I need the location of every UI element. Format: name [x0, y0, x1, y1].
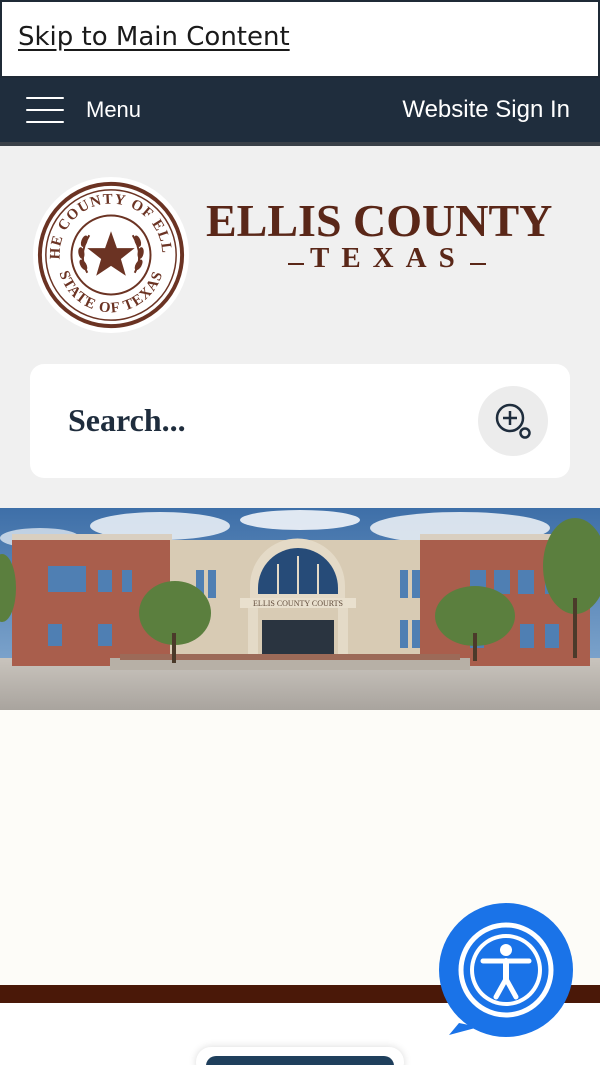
page: Skip to Main Content Menu Website Sign I…	[0, 0, 600, 1065]
skip-bar: Skip to Main Content	[0, 0, 600, 78]
menu-label: Menu	[86, 97, 142, 122]
hero-courthouse-image: ELLIS COUNTY COURTS	[0, 508, 600, 710]
brand-dash-left	[288, 263, 304, 265]
county-seal-logo[interactable]: THE COUNTY OF ELLIS STATE OF TEXAS	[32, 176, 190, 334]
search-box[interactable]: Search...	[30, 364, 570, 478]
brand-subtitle: TEXAS	[310, 242, 467, 274]
top-navigation: Menu Website Sign In	[0, 78, 600, 142]
website-sign-in-link[interactable]: Website Sign In	[402, 78, 570, 142]
skip-to-main-link[interactable]: Skip to Main Content	[18, 22, 290, 52]
search-input[interactable]: Search...	[68, 402, 186, 439]
hamburger-icon	[26, 97, 64, 123]
accessibility-icon[interactable]	[439, 903, 573, 1037]
zoom-in-icon	[495, 403, 531, 439]
quick-links-button[interactable]	[206, 1056, 394, 1065]
brand-dash-right	[470, 263, 486, 265]
courthouse-sign: ELLIS COUNTY COURTS	[253, 599, 343, 608]
menu-button[interactable]: Menu	[26, 78, 141, 142]
site-header: THE COUNTY OF ELLIS STATE OF TEXAS ELLIS…	[0, 146, 600, 508]
brand-title: ELLIS COUNTY	[206, 195, 553, 246]
search-button[interactable]	[478, 386, 548, 456]
